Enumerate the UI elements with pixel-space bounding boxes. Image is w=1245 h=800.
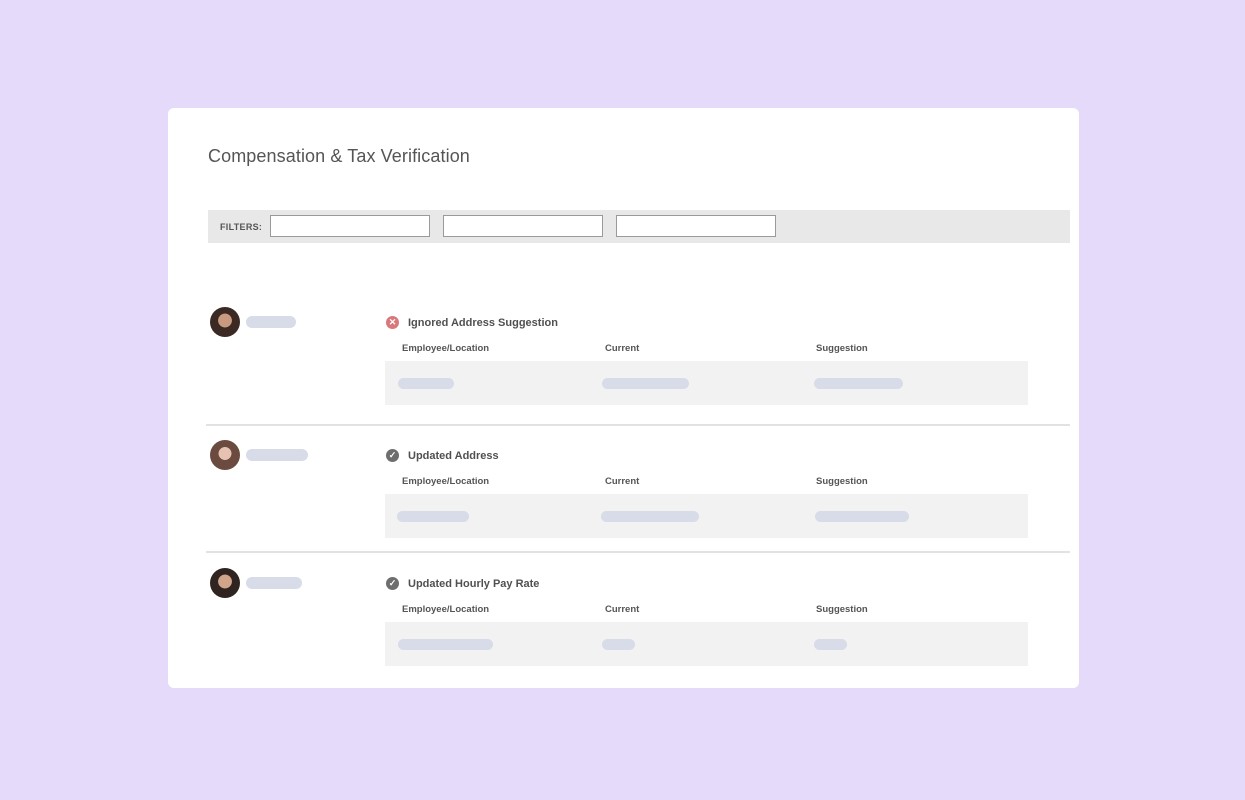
filters-label: FILTERS:: [220, 222, 263, 232]
check-circle-icon: ✓: [386, 577, 399, 590]
employee-location-placeholder: [398, 378, 454, 389]
record-row: ✓ Updated Hourly Pay Rate Employee/Locat…: [206, 564, 1070, 676]
status-line: ✓ Updated Address: [386, 449, 499, 462]
column-header-suggestion: Suggestion: [816, 604, 868, 615]
status-text: Ignored Address Suggestion: [408, 316, 558, 329]
status-text: Updated Hourly Pay Rate: [408, 577, 540, 590]
employee-location-placeholder: [397, 511, 469, 522]
column-header-employee-location: Employee/Location: [402, 343, 490, 354]
page-title: Compensation & Tax Verification: [208, 146, 470, 166]
suggestion-value-placeholder: [815, 511, 909, 522]
current-value-placeholder: [601, 511, 699, 522]
employee-location-placeholder: [398, 639, 493, 650]
x-circle-icon: ✕: [386, 316, 399, 329]
employee-name-placeholder: [246, 316, 296, 328]
avatar[interactable]: [210, 568, 240, 598]
status-line: ✓ Updated Hourly Pay Rate: [386, 577, 539, 590]
check-circle-icon: ✓: [386, 449, 399, 462]
column-header-current: Current: [605, 476, 640, 487]
current-value-placeholder: [602, 378, 689, 389]
verification-card: Compensation & Tax Verification FILTERS:…: [168, 108, 1079, 688]
column-header-employee-location: Employee/Location: [402, 604, 490, 615]
row-divider: [206, 551, 1070, 553]
record-data-row: [385, 361, 1028, 405]
record-row: ✕ Ignored Address Suggestion Employee/Lo…: [206, 303, 1070, 425]
filter-bar: FILTERS:: [208, 210, 1070, 243]
filter-input-3[interactable]: [616, 215, 776, 237]
employee-name-placeholder: [246, 577, 302, 589]
page-background: Compensation & Tax Verification FILTERS:…: [0, 0, 1245, 800]
filter-input-1[interactable]: [270, 215, 430, 237]
filter-input-2[interactable]: [443, 215, 603, 237]
column-header-current: Current: [605, 343, 640, 354]
status-line: ✕ Ignored Address Suggestion: [386, 316, 558, 329]
employee-name-placeholder: [246, 449, 308, 461]
suggestion-value-placeholder: [814, 378, 903, 389]
row-divider: [206, 424, 1070, 426]
column-header-suggestion: Suggestion: [816, 476, 868, 487]
column-header-employee-location: Employee/Location: [402, 476, 490, 487]
record-data-row: [385, 622, 1028, 666]
avatar[interactable]: [210, 440, 240, 470]
column-header-suggestion: Suggestion: [816, 343, 868, 354]
avatar[interactable]: [210, 307, 240, 337]
record-row: ✓ Updated Address Employee/Location Curr…: [206, 436, 1070, 551]
column-header-current: Current: [605, 604, 640, 615]
suggestion-value-placeholder: [814, 639, 847, 650]
status-text: Updated Address: [408, 449, 499, 462]
current-value-placeholder: [602, 639, 635, 650]
record-data-row: [385, 494, 1028, 538]
